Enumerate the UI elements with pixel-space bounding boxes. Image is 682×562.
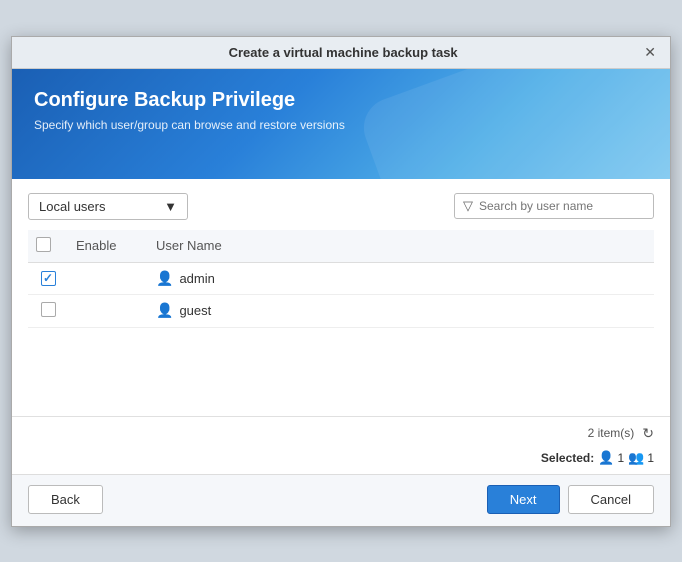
username-text: guest bbox=[179, 303, 211, 318]
table-header-row: Enable User Name bbox=[28, 230, 654, 263]
cancel-button[interactable]: Cancel bbox=[568, 485, 654, 514]
row-enable-cell bbox=[68, 294, 148, 327]
chevron-down-icon: ▼ bbox=[164, 199, 177, 214]
content-area: Local users ▼ ▽ Enable User Name bbox=[12, 179, 670, 408]
back-button[interactable]: Back bbox=[28, 485, 103, 514]
items-count: 2 item(s) bbox=[588, 426, 635, 440]
user-selected-count: 1 bbox=[617, 451, 624, 465]
selected-info: Selected: 👤 1 👥 1 bbox=[12, 446, 670, 474]
col-username: User Name bbox=[148, 230, 654, 263]
group-count-item: 👥 1 bbox=[628, 450, 654, 466]
button-bar: Back Next Cancel bbox=[12, 474, 670, 526]
row-checkbox[interactable] bbox=[41, 302, 56, 317]
header-subtitle: Specify which user/group can browse and … bbox=[34, 118, 648, 132]
header-banner: Configure Backup Privilege Specify which… bbox=[12, 69, 670, 179]
row-checkbox[interactable]: ✓ bbox=[41, 271, 56, 286]
user-count-item: 👤 1 bbox=[598, 450, 624, 466]
row-checkbox-cell: ✓ bbox=[28, 262, 68, 294]
toolbar: Local users ▼ ▽ bbox=[28, 193, 654, 220]
user-icon: 👤 bbox=[598, 450, 614, 466]
table-row: ✓ 👤 admin bbox=[28, 262, 654, 294]
table-row: 👤 guest bbox=[28, 294, 654, 327]
col-checkbox bbox=[28, 230, 68, 263]
user-icon: 👤 bbox=[156, 270, 173, 287]
username-text: admin bbox=[179, 271, 214, 286]
dropdown-label: Local users bbox=[39, 199, 105, 214]
selected-label: Selected: bbox=[541, 451, 594, 465]
row-username-cell: 👤 admin bbox=[148, 262, 654, 294]
col-enable: Enable bbox=[68, 230, 148, 263]
row-enable-cell bbox=[68, 262, 148, 294]
title-bar: Create a virtual machine backup task ✕ bbox=[12, 37, 670, 69]
user-icon: 👤 bbox=[156, 302, 173, 319]
right-buttons: Next Cancel bbox=[487, 485, 654, 514]
users-table: Enable User Name ✓ 👤 admin 👤 guest bbox=[28, 230, 654, 328]
group-selected-count: 1 bbox=[647, 451, 654, 465]
row-username-cell: 👤 guest bbox=[148, 294, 654, 327]
header-title: Configure Backup Privilege bbox=[34, 89, 648, 112]
search-box: ▽ bbox=[454, 193, 654, 219]
close-button[interactable]: ✕ bbox=[642, 45, 658, 59]
select-all-checkbox[interactable] bbox=[36, 237, 51, 252]
next-button[interactable]: Next bbox=[487, 485, 560, 514]
group-icon: 👥 bbox=[628, 450, 644, 466]
checkmark-icon: ✓ bbox=[43, 272, 53, 284]
footer-stats: 2 item(s) ↻ bbox=[12, 416, 670, 446]
dialog-title: Create a virtual machine backup task bbox=[44, 45, 642, 60]
user-type-dropdown[interactable]: Local users ▼ bbox=[28, 193, 188, 220]
filter-icon: ▽ bbox=[463, 198, 473, 214]
dialog: Create a virtual machine backup task ✕ C… bbox=[11, 36, 671, 527]
refresh-button[interactable]: ↻ bbox=[642, 425, 654, 442]
row-checkbox-cell bbox=[28, 294, 68, 327]
search-input[interactable] bbox=[479, 199, 645, 213]
